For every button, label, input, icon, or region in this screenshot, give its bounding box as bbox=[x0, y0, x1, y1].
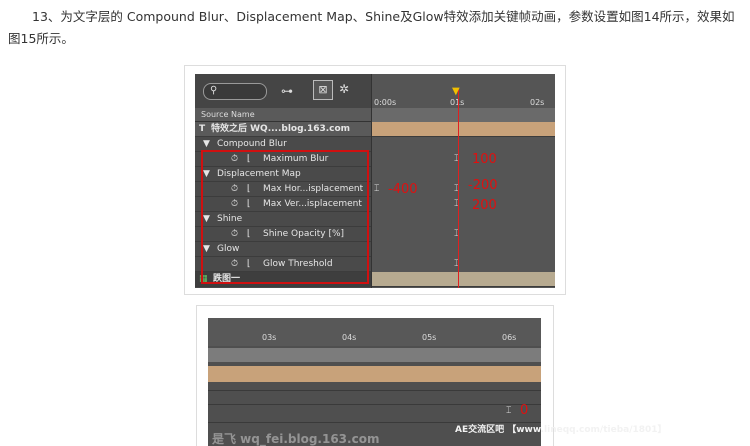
playhead-handle-icon[interactable]: ▼ bbox=[452, 86, 460, 97]
layer-duration-bar[interactable] bbox=[372, 272, 555, 287]
instruction-paragraph: 13、为文字层的 Compound Blur、Displacement Map、… bbox=[8, 9, 735, 46]
draft-3d-icon[interactable]: ✲ bbox=[339, 82, 349, 96]
graph-editor-icon[interactable]: ⊶ bbox=[281, 84, 293, 98]
annotation-value: -200 bbox=[468, 178, 498, 193]
ruler-tick: 03s bbox=[262, 333, 277, 342]
annotation-value: 100 bbox=[472, 152, 497, 167]
ae-timeline-panel: ⚲ ⊶ ⊠ ✲ Source Name T 特效之后 WQ....blog.16… bbox=[195, 74, 555, 288]
timeline-area[interactable]: 0:00s 01s 02s ⌶ 100 ⌶ -400 ⌶ -200 ⌶ 200 … bbox=[371, 74, 555, 288]
source-name-header: Source Name bbox=[195, 108, 371, 122]
work-area-bar[interactable] bbox=[208, 348, 541, 362]
watermark-left: 是飞 wq_fei.blog.163.com bbox=[212, 432, 380, 446]
layer-type-icon: T bbox=[199, 124, 206, 134]
figure-15: 03s 04s 05s 06s ⌶ 0 是飞 wq_fei.blog.163.c… bbox=[196, 305, 667, 446]
ruler-tick: 05s bbox=[422, 333, 437, 342]
highlight-box bbox=[201, 150, 369, 284]
layer-duration-bar[interactable] bbox=[208, 366, 541, 382]
annotation-value: 200 bbox=[472, 198, 497, 213]
ruler-tick: 0:00s bbox=[374, 98, 397, 107]
search-icon: ⚲ bbox=[210, 85, 218, 96]
ruler-tick: 04s bbox=[342, 333, 357, 342]
figure-14: ⚲ ⊶ ⊠ ✲ Source Name T 特效之后 WQ....blog.16… bbox=[184, 65, 566, 295]
annotation-value: -400 bbox=[388, 182, 418, 197]
ruler-tick: 02s bbox=[530, 98, 545, 107]
time-ruler[interactable]: 0:00s 01s 02s bbox=[372, 82, 555, 107]
work-area-bar[interactable] bbox=[372, 108, 555, 122]
keyframe-icon[interactable]: ⌶ bbox=[374, 184, 379, 194]
comp-mini-flowchart-icon[interactable]: ⊠ bbox=[313, 80, 333, 100]
layer-duration-bar[interactable] bbox=[372, 122, 555, 137]
time-ruler[interactable]: 03s 04s 05s 06s bbox=[208, 318, 541, 346]
text-layer-row[interactable]: T 特效之后 WQ....blog.163.com bbox=[195, 122, 371, 137]
annotation-value: 0 bbox=[520, 403, 529, 418]
ruler-tick: 06s bbox=[502, 333, 517, 342]
divider bbox=[208, 390, 541, 391]
watermark-right: AE交流区吧 【www.lineqq.com/tieba/1801】 bbox=[455, 425, 667, 435]
keyframe-icon[interactable]: ⌶ bbox=[506, 406, 511, 416]
divider bbox=[208, 404, 541, 405]
layer-name: 特效之后 WQ....blog.163.com bbox=[211, 124, 351, 134]
search-input[interactable]: ⚲ bbox=[203, 83, 267, 100]
current-time-indicator[interactable] bbox=[458, 88, 459, 288]
